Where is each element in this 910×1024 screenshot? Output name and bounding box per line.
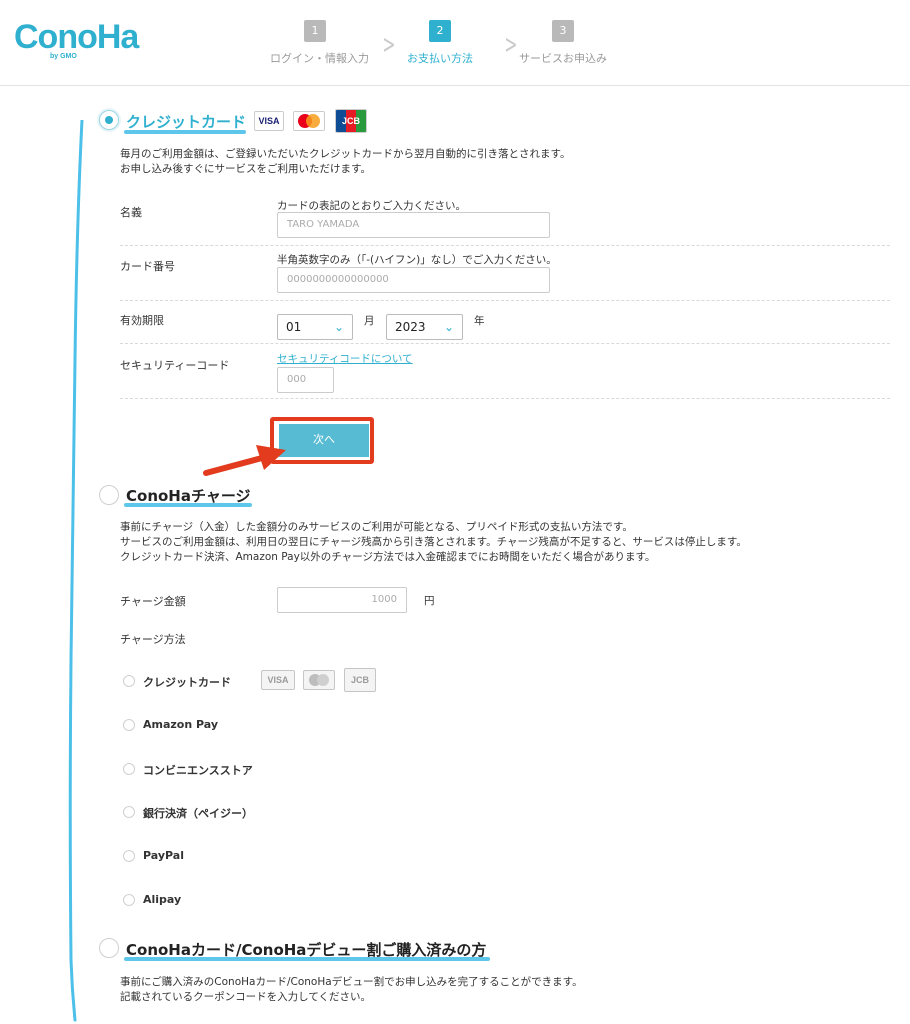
step-1-label: ログイン・情報入力 bbox=[270, 52, 369, 65]
mastercard-logo-icon bbox=[293, 111, 325, 131]
step-3: 3 サービスお申込み bbox=[518, 20, 608, 66]
expiry-month-select[interactable]: 01 ⌄ bbox=[277, 314, 353, 340]
step-3-number: 3 bbox=[552, 20, 574, 42]
chevron-right-icon: > bbox=[382, 30, 396, 60]
method-bank-label[interactable]: 銀行決済（ペイジー） bbox=[143, 805, 253, 821]
method-paypal-label[interactable]: PayPal bbox=[143, 849, 184, 862]
security-code-info-link[interactable]: セキュリティコードについて bbox=[277, 351, 413, 366]
mastercard-logo-icon bbox=[303, 670, 335, 690]
step-3-label: サービスお申込み bbox=[519, 52, 607, 65]
expiry-year-select[interactable]: 2023 ⌄ bbox=[386, 314, 463, 340]
next-button[interactable]: 次へ bbox=[279, 424, 369, 457]
name-label: 名義 bbox=[120, 206, 142, 219]
card-number-hint: 半角英数字のみ（「-(ハイフン)」なし）でご入力ください。 bbox=[277, 254, 557, 266]
mastercard-circles-icon bbox=[298, 114, 320, 128]
step-2-label: お支払い方法 bbox=[407, 52, 473, 65]
coupon-desc-2: 記載されているクーポンコードを入力してください。 bbox=[120, 991, 372, 1003]
method-alipay-label[interactable]: Alipay bbox=[143, 893, 181, 906]
card-number-label: カード番号 bbox=[120, 260, 175, 273]
charge-desc-3: クレジットカード決済、Amazon Pay以外のチャージ方法では入金確認までにお… bbox=[120, 551, 656, 563]
divider bbox=[120, 300, 890, 301]
method-amazonpay-radio[interactable] bbox=[123, 719, 135, 731]
chevron-right-icon: > bbox=[504, 30, 518, 60]
name-hint: カードの表記のとおりご入力ください。 bbox=[277, 200, 466, 212]
header: ConoHa by GMO 1 ログイン・情報入力 > 2 お支払い方法 > 3… bbox=[0, 0, 910, 86]
step-2: 2 お支払い方法 bbox=[405, 20, 475, 66]
jcb-logo-icon: JCB bbox=[335, 109, 367, 133]
year-unit: 年 bbox=[474, 315, 485, 327]
expiry-month-value: 01 bbox=[286, 320, 302, 334]
method-amazonpay-label[interactable]: Amazon Pay bbox=[143, 718, 218, 731]
annotation-underline bbox=[124, 957, 490, 961]
credit-card-title[interactable]: クレジットカード bbox=[126, 111, 246, 132]
cardholder-name-field[interactable]: TARO YAMADA bbox=[277, 212, 550, 238]
jcb-logo-icon: JCB bbox=[344, 668, 376, 692]
mastercard-circles-icon bbox=[309, 674, 329, 686]
charge-desc-2: サービスのご利用金額は、利用日の翌日にチャージ残高から引き落とされます。チャージ… bbox=[120, 536, 747, 548]
method-paypal-radio[interactable] bbox=[123, 850, 135, 862]
visa-logo-icon: VISA bbox=[261, 670, 295, 690]
step-1-number: 1 bbox=[304, 20, 326, 42]
logo-subtitle: by GMO bbox=[50, 53, 77, 60]
charge-method-label: チャージ方法 bbox=[120, 633, 186, 646]
method-credit-label[interactable]: クレジットカード bbox=[143, 674, 231, 690]
step-1: 1 ログイン・情報入力 bbox=[270, 20, 369, 66]
visa-logo-icon: VISA bbox=[254, 111, 284, 131]
method-credit-radio[interactable] bbox=[123, 675, 135, 687]
security-code-label: セキュリティーコード bbox=[120, 359, 230, 372]
annotation-underline bbox=[124, 503, 252, 507]
charge-amount-label: チャージ金額 bbox=[120, 595, 186, 608]
annotation-arrow-icon bbox=[203, 445, 286, 476]
method-alipay-radio[interactable] bbox=[123, 894, 135, 906]
method-convenience-radio[interactable] bbox=[123, 763, 135, 775]
charge-desc-1: 事前にチャージ（入金）した金額分のみサービスのご利用が可能となる、プリペイド形式… bbox=[120, 521, 633, 533]
chevron-down-icon: ⌄ bbox=[333, 320, 344, 334]
credit-desc-2: お申し込み後すぐにサービスをご利用いただけます。 bbox=[120, 163, 371, 175]
annotation-underline bbox=[124, 130, 246, 134]
expiry-year-value: 2023 bbox=[395, 320, 426, 334]
credit-desc-1: 毎月のご利用金額は、ご登録いただいたクレジットカードから翌月自動的に引き落とされ… bbox=[120, 148, 571, 160]
credit-card-radio[interactable] bbox=[99, 110, 119, 130]
conoha-logo[interactable]: ConoHa bbox=[14, 18, 139, 57]
card-number-field[interactable]: 0000000000000000 bbox=[277, 267, 550, 293]
month-unit: 月 bbox=[364, 315, 375, 327]
coupon-desc-1: 事前にご購入済みのConoHaカード/ConoHaデビュー割でお申し込みを完了す… bbox=[120, 976, 583, 988]
method-convenience-label[interactable]: コンビニエンスストア bbox=[143, 762, 253, 778]
divider bbox=[120, 343, 890, 344]
chevron-down-icon: ⌄ bbox=[443, 320, 454, 334]
conoha-card-radio[interactable] bbox=[99, 938, 119, 958]
divider bbox=[120, 245, 890, 246]
step-2-number: 2 bbox=[429, 20, 451, 42]
charge-amount-field[interactable]: 1000 bbox=[277, 587, 407, 613]
annotation-blue-line bbox=[68, 120, 84, 1022]
yen-unit: 円 bbox=[424, 595, 435, 607]
expiry-label: 有効期限 bbox=[120, 314, 164, 327]
method-bank-radio[interactable] bbox=[123, 806, 135, 818]
conoha-charge-radio[interactable] bbox=[99, 485, 119, 505]
divider bbox=[120, 398, 890, 399]
security-code-field[interactable]: 000 bbox=[277, 367, 334, 393]
